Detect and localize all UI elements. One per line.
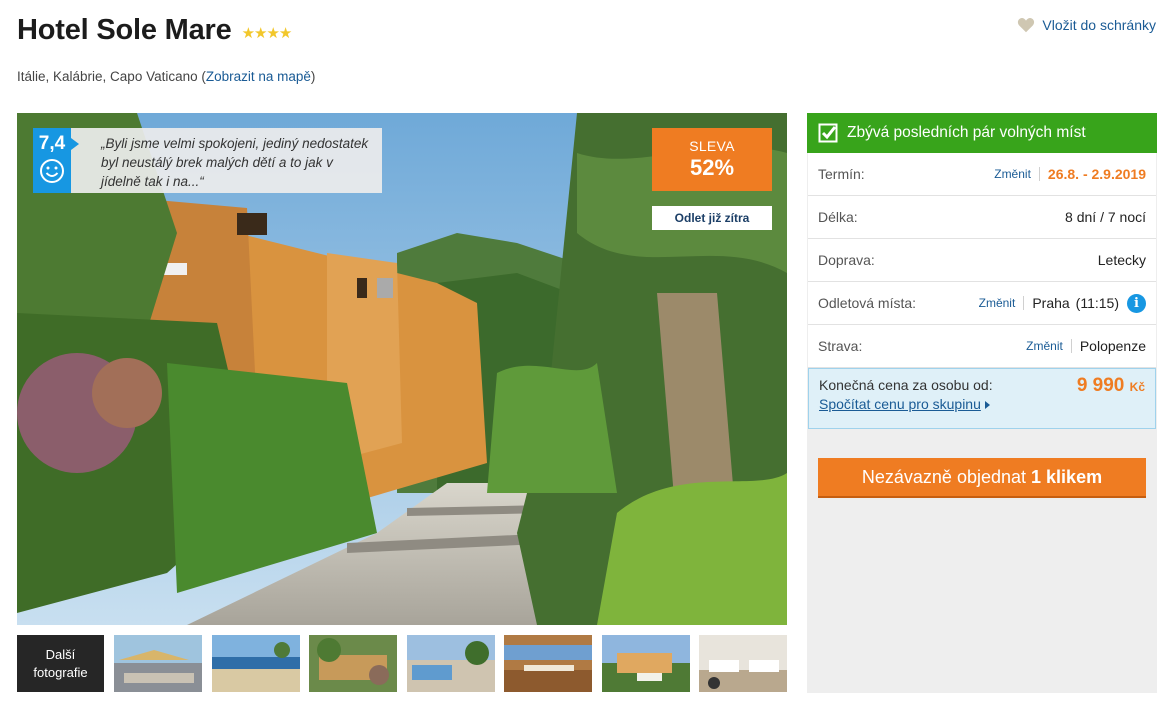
availability-alert: Zbývá posledních pár volných míst [807, 113, 1157, 153]
heart-icon [1018, 18, 1035, 33]
more-photos-line1: Další [45, 646, 76, 662]
show-on-map-link[interactable]: Zobrazit na mapě [206, 69, 311, 84]
review-rating-badge[interactable]: 7,4 „Byli jsme velmi spokojeni, jediný n… [33, 128, 382, 193]
term-label: Termín: [818, 166, 865, 182]
thumbnail-restaurant[interactable] [504, 635, 592, 692]
thumbnail-beach-bar[interactable] [114, 635, 202, 692]
departure-place-row: Odletová místa: Změnit Praha (11:15) i [808, 282, 1156, 325]
hotel-title: Hotel Sole Mare ★★★★ [17, 14, 293, 47]
price-box: Konečná cena za osobu od: 9 990 Kč Spočí… [808, 368, 1156, 429]
change-board-link[interactable]: Změnit [1026, 339, 1072, 353]
review-excerpt: „Byli jsme velmi spokojeni, jediný nedos… [71, 128, 382, 193]
departure-place-label: Odletová místa: [818, 295, 917, 311]
more-photos-button[interactable]: Další fotografie [17, 635, 104, 692]
star-rating: ★★★★ [241, 25, 293, 42]
booking-details: Termín: Změnit 26.8. - 2.9.2019 Délka: 8… [808, 153, 1156, 368]
order-button[interactable]: Nezávazně objednat 1 klikem [818, 458, 1146, 496]
departure-badge: Odlet již zítra [652, 206, 772, 230]
length-row: Délka: 8 dní / 7 nocí [808, 196, 1156, 239]
discount-value: 52% [689, 155, 735, 180]
booking-sidebar: Zbývá posledních pár volných míst Termín… [807, 113, 1157, 693]
add-to-favorites-label: Vložit do schránky [1042, 17, 1156, 33]
group-price-link[interactable]: Spočítat cenu pro skupinu [819, 396, 990, 412]
rating-score-box: 7,4 [33, 128, 71, 193]
location-text: Itálie, Kalábrie, Capo Vaticano [17, 69, 198, 84]
availability-alert-text: Zbývá posledních pár volných míst [847, 124, 1086, 141]
group-price-label: Spočítat cenu pro skupinu [819, 396, 981, 412]
discount-badge: SLEVA 52% [652, 128, 772, 191]
board-label: Strava: [818, 338, 863, 354]
price-currency: Kč [1129, 380, 1145, 394]
change-term-link[interactable]: Změnit [994, 167, 1040, 181]
length-label: Délka: [818, 209, 858, 225]
order-button-bold: 1 klikem [1031, 467, 1103, 487]
thumbnail-terrace[interactable] [309, 635, 397, 692]
info-icon[interactable]: i [1127, 293, 1146, 313]
discount-label: SLEVA [689, 138, 735, 154]
transport-label: Doprava: [818, 252, 875, 268]
hotel-name: Hotel Sole Mare [17, 14, 232, 46]
thumbnail-beach[interactable] [211, 635, 300, 692]
board-row: Strava: Změnit Polopenze [808, 325, 1156, 368]
price-value: 9 990 Kč [1077, 375, 1145, 397]
departure-time: (11:15) [1075, 295, 1119, 311]
more-photos-line2: fotografie [33, 664, 88, 680]
price-amount: 9 990 [1076, 375, 1125, 396]
add-to-favorites-button[interactable]: Vložit do schránky [1017, 17, 1156, 33]
term-value: 26.8. - 2.9.2019 [1047, 166, 1146, 182]
rating-score: 7,4 [38, 133, 66, 154]
thumbnail-hotel-exterior[interactable] [601, 635, 690, 692]
term-row: Termín: Změnit 26.8. - 2.9.2019 [808, 153, 1156, 196]
departure-place-value: Praha [1032, 295, 1070, 311]
hotel-location: Itálie, Kalábrie, Capo Vaticano (Zobrazi… [17, 69, 316, 84]
smiley-icon [40, 159, 64, 183]
length-value: 8 dní / 7 nocí [1065, 209, 1146, 225]
change-departure-link[interactable]: Změnit [979, 296, 1025, 310]
thumbnail-strip: Další fotografie [17, 635, 797, 692]
transport-row: Doprava: Letecky [808, 239, 1156, 282]
arrow-right-icon [984, 401, 990, 410]
transport-value: Letecky [1097, 252, 1146, 268]
checkbox-check-icon [818, 123, 838, 143]
thumbnail-dining-room[interactable] [699, 635, 787, 692]
order-button-text: Nezávazně objednat [861, 467, 1027, 487]
thumbnail-pool-area[interactable] [406, 635, 495, 692]
board-value: Polopenze [1079, 338, 1146, 354]
